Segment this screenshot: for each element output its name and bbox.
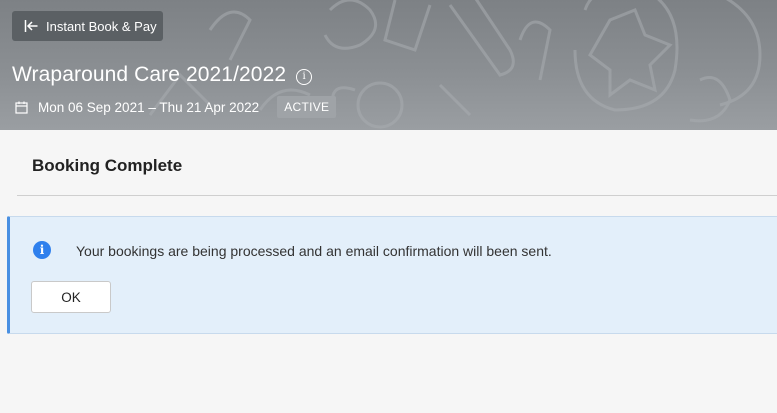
date-range: Mon 06 Sep 2021 – Thu 21 Apr 2022 [38,99,260,115]
header-banner: Instant Book & Pay Wraparound Care 2021/… [0,0,777,130]
back-button-label: Instant Book & Pay [46,18,157,34]
alert-message: Your bookings are being processed and an… [76,243,552,259]
instant-book-pay-back-button[interactable]: Instant Book & Pay [12,11,163,41]
info-circle-icon[interactable]: i [296,69,313,85]
page-title: Wraparound Care 2021/2022 [12,63,287,86]
title-row: Wraparound Care 2021/2022 i [12,63,313,87]
status-badge: ACTIVE [277,96,337,118]
calendar-icon [15,101,28,114]
arrow-left-to-bar-icon [24,20,38,32]
info-filled-icon: i [33,241,51,259]
section-divider [17,195,777,196]
info-alert: i Your bookings are being processed and … [7,216,777,334]
date-row: Mon 06 Sep 2021 – Thu 21 Apr 2022 ACTIVE [15,96,337,118]
ok-button[interactable]: OK [31,281,111,313]
section-title: Booking Complete [32,156,183,175]
